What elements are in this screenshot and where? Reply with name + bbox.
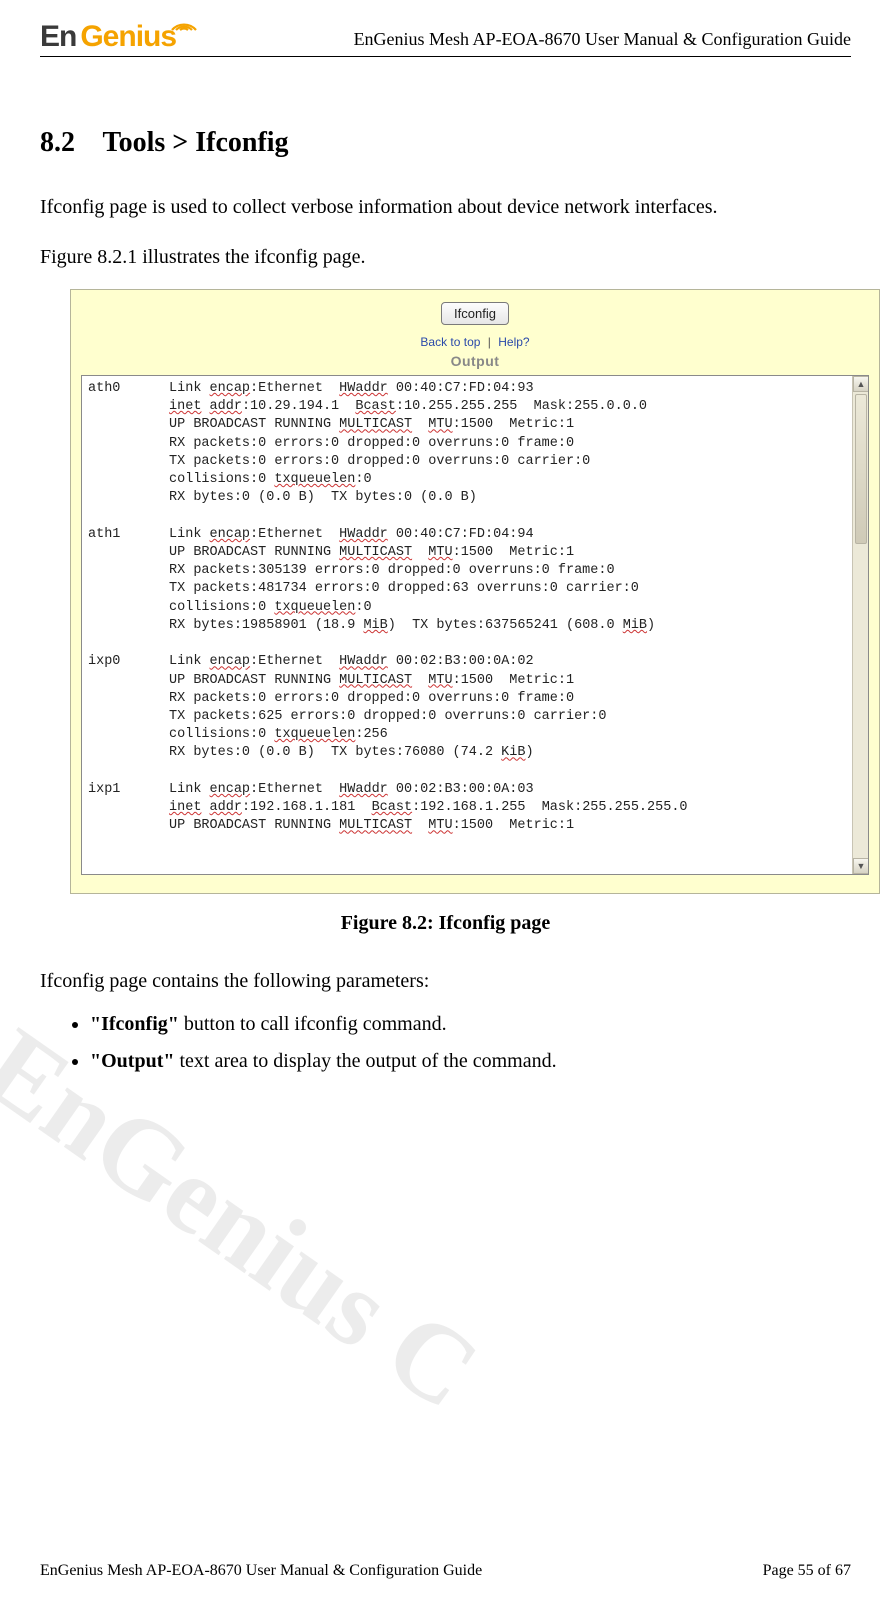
output-content: ath0 Link encap:Ethernet HWaddr 00:40:C7… (82, 376, 868, 839)
parameter-list: "Ifconfig" button to call ifconfig comma… (40, 1013, 851, 1073)
output-textarea[interactable]: ath0 Link encap:Ethernet HWaddr 00:40:C7… (81, 375, 869, 875)
ifconfig-button[interactable]: Ifconfig (441, 302, 509, 325)
link-separator: | (488, 335, 491, 349)
help-link[interactable]: Help? (498, 335, 529, 349)
parameter-rest: text area to display the output of the c… (174, 1050, 556, 1072)
footer-left: EnGenius Mesh AP-EOA-8670 User Manual & … (40, 1562, 482, 1580)
parameter-rest: button to call ifconfig command. (179, 1013, 447, 1035)
scroll-thumb[interactable] (855, 394, 867, 544)
back-to-top-link[interactable]: Back to top (420, 335, 480, 349)
brand-logo: EnGenius (40, 20, 208, 54)
parameter-item: "Output" text area to display the output… (90, 1050, 851, 1073)
intro-paragraph-2: Figure 8.2.1 illustrates the ifconfig pa… (40, 239, 851, 275)
section-heading: 8.2 Tools > Ifconfig (40, 127, 851, 159)
parameter-lead: "Ifconfig" (90, 1013, 179, 1035)
page-footer: EnGenius Mesh AP-EOA-8670 User Manual & … (40, 1562, 851, 1580)
figure-screenshot: Ifconfig Back to top | Help? Output ath0… (70, 289, 880, 894)
scroll-down-icon[interactable]: ▼ (853, 858, 869, 874)
page-header: EnGenius EnGenius Mesh AP-EOA-8670 User … (40, 20, 851, 57)
scrollbar[interactable]: ▲ ▼ (852, 376, 868, 874)
header-doc-title: EnGenius Mesh AP-EOA-8670 User Manual & … (354, 29, 851, 54)
figure-caption: Figure 8.2: Ifconfig page (40, 912, 851, 935)
scroll-up-icon[interactable]: ▲ (853, 376, 869, 392)
parameter-lead: "Output" (90, 1050, 174, 1072)
footer-right: Page 55 of 67 (763, 1562, 851, 1580)
section-title: Tools > Ifconfig (103, 127, 289, 158)
logo-main: En (40, 20, 76, 54)
output-label: Output (81, 353, 869, 369)
parameter-item: "Ifconfig" button to call ifconfig comma… (90, 1013, 851, 1036)
logo-accent: Genius (80, 20, 176, 54)
intro-paragraph-1: Ifconfig page is used to collect verbose… (40, 189, 851, 225)
wifi-arcs-icon (170, 10, 198, 37)
params-intro: Ifconfig page contains the following par… (40, 963, 851, 999)
section-number: 8.2 (40, 127, 96, 159)
nav-links: Back to top | Help? (81, 335, 869, 349)
